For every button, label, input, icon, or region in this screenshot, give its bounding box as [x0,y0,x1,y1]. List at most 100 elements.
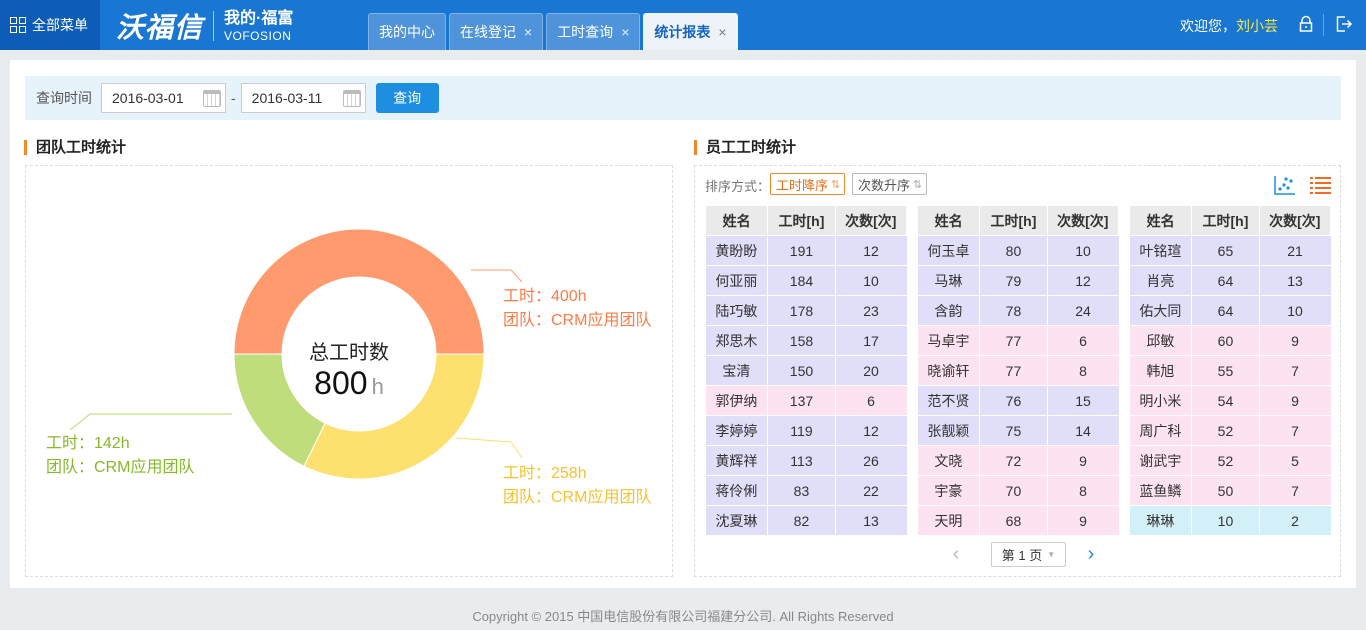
leader-line-hours-258 [455,437,523,459]
logo-divider [213,11,215,41]
all-menu-button[interactable]: 全部菜单 [0,0,100,50]
table-row[interactable]: 马卓宇 77 6 [917,325,1119,356]
employee-name-cell: 黄辉祥 [705,445,769,476]
employee-name-cell: 范不贤 [917,385,981,416]
employee-hours-cell: 79 [979,265,1048,296]
start-date-input[interactable]: 2016-03-01 [101,83,226,113]
column-header[interactable]: 姓名 [1128,205,1193,236]
table-row[interactable]: 何亚丽 184 10 [705,265,907,296]
table-row[interactable]: 宇豪 70 8 [917,475,1119,506]
tab-online-register[interactable]: 在线登记 × [449,13,544,50]
table-row[interactable]: 陆巧敏 178 23 [705,295,907,326]
table-row[interactable]: 韩旭 55 7 [1129,355,1331,386]
page-select[interactable]: 第 1 页 ▼ [991,542,1066,567]
table-row[interactable]: 何玉卓 80 10 [917,235,1119,266]
column-header[interactable]: 姓名 [916,205,981,236]
table-row[interactable]: 蒋伶俐 83 22 [705,475,907,506]
leader-line-hours-142 [69,413,232,431]
table-row[interactable]: 琳琳 10 2 [1129,505,1331,536]
column-header[interactable]: 次数[次] [1046,205,1120,236]
table-row[interactable]: 郭伊纳 137 6 [705,385,907,416]
employee-count-cell: 21 [1259,235,1331,266]
username-link[interactable]: 刘小芸 [1236,18,1278,34]
employee-name-cell: 邱敏 [1129,325,1193,356]
employee-hours-cell: 65 [1191,235,1260,266]
scatter-chart-icon[interactable] [1274,175,1296,195]
all-menu-label: 全部菜单 [32,17,88,33]
column-header[interactable]: 工时[h] [1191,205,1260,236]
table-row[interactable]: 佑大同 64 10 [1129,295,1331,326]
brand-name: 沃福信 [116,12,204,43]
column-header[interactable]: 次数[次] [1258,205,1332,236]
calendar-icon[interactable] [203,90,221,107]
sort-option-label: 次数升序 [858,177,911,193]
close-icon[interactable]: × [621,24,629,40]
logout-icon[interactable] [1335,15,1353,33]
table-row[interactable]: 周广科 52 7 [1129,415,1331,446]
team-section-title: 团队工时统计 [24,140,126,155]
leader-line-hours-400 [471,269,523,283]
table-row[interactable]: 文晓 72 9 [917,445,1119,476]
employee-name-cell: 马卓宇 [917,325,981,356]
list-view-icon[interactable] [1310,176,1332,196]
close-icon[interactable]: × [524,24,532,40]
employee-count-cell: 7 [1259,355,1331,386]
tab-statistics-report[interactable]: 统计报表 × [643,13,738,50]
column-header[interactable]: 工时[h] [979,205,1048,236]
segment-label-258: 工时：258h 团队：CRM应用团队 [503,462,651,510]
employee-count-cell: 22 [835,475,907,506]
welcome-text: 欢迎您，刘小芸 [1180,16,1278,36]
employee-count-cell: 10 [1047,235,1119,266]
tab-my-center[interactable]: 我的中心 [368,13,446,50]
employee-name-cell: 明小米 [1129,385,1193,416]
table-row[interactable]: 黄盼盼 191 12 [705,235,907,266]
tab-hours-query[interactable]: 工时查询 × [546,13,641,50]
chevron-down-icon: ▼ [1047,550,1056,559]
column-header[interactable]: 姓名 [704,205,769,236]
footer-copyright: Copyright © 2015 中国电信股份有限公司福建分公司. All Ri… [472,608,894,624]
close-icon[interactable]: × [718,24,726,40]
table-row[interactable]: 黄辉祥 113 26 [705,445,907,476]
column-header[interactable]: 工时[h] [767,205,836,236]
column-header[interactable]: 次数[次] [834,205,908,236]
employee-count-cell: 5 [1259,445,1331,476]
brand-tagline-en: VOFOSION [224,28,292,43]
table-row[interactable]: 沈夏琳 82 13 [705,505,907,536]
employee-name-cell: 郭伊纳 [705,385,769,416]
top-bar: 全部菜单 沃福信 我的·福富 VOFOSION 我的中心 在线登记 × 工时查询… [0,0,1366,50]
query-label: 查询时间 [36,90,92,106]
employee-name-cell: 肖亮 [1129,265,1193,296]
table-row[interactable]: 李婷婷 119 12 [705,415,907,446]
table-row[interactable]: 明小米 54 9 [1129,385,1331,416]
table-row[interactable]: 张靓颖 75 14 [917,415,1119,446]
calendar-icon[interactable] [342,90,361,107]
sort-count-asc-button[interactable]: 次数升序 ⇅ [852,173,928,195]
table-row[interactable]: 郑思木 158 17 [705,325,907,356]
table-row[interactable]: 邱敏 60 9 [1129,325,1331,356]
employee-name-cell: 晓谕轩 [917,355,981,386]
employee-name-cell: 含韵 [917,295,981,326]
logo: 沃福信 我的·福富 VOFOSION [116,6,293,46]
sort-hours-desc-button[interactable]: 工时降序 ⇅ [770,173,846,195]
employee-count-cell: 14 [1047,415,1119,446]
end-date-input[interactable]: 2016-03-11 [240,83,366,113]
next-page-button[interactable]: › [1081,543,1101,567]
table-row[interactable]: 谢武宇 52 5 [1129,445,1331,476]
employee-count-cell: 9 [1047,505,1119,536]
employee-hours-cell: 52 [1191,415,1260,446]
query-button[interactable]: 查询 [375,83,439,113]
lock-icon[interactable] [1297,15,1315,33]
table-row[interactable]: 肖亮 64 13 [1129,265,1331,296]
segment-hours: 工时：400h [503,288,587,305]
table-row[interactable]: 天明 68 9 [917,505,1119,536]
table-row[interactable]: 晓谕轩 77 8 [917,355,1119,386]
total-hours-value: 800 h [289,365,409,405]
table-row[interactable]: 叶铭瑄 65 21 [1129,235,1331,266]
prev-page-button[interactable]: ‹ [946,543,966,567]
table-row[interactable]: 马琳 79 12 [917,265,1119,296]
table-row[interactable]: 宝清 150 20 [705,355,907,386]
table-row[interactable]: 含韵 78 24 [917,295,1119,326]
table-row[interactable]: 蓝鱼鳞 50 7 [1129,475,1331,506]
start-date-value: 2016-03-01 [112,90,184,106]
table-row[interactable]: 范不贤 76 15 [917,385,1119,416]
